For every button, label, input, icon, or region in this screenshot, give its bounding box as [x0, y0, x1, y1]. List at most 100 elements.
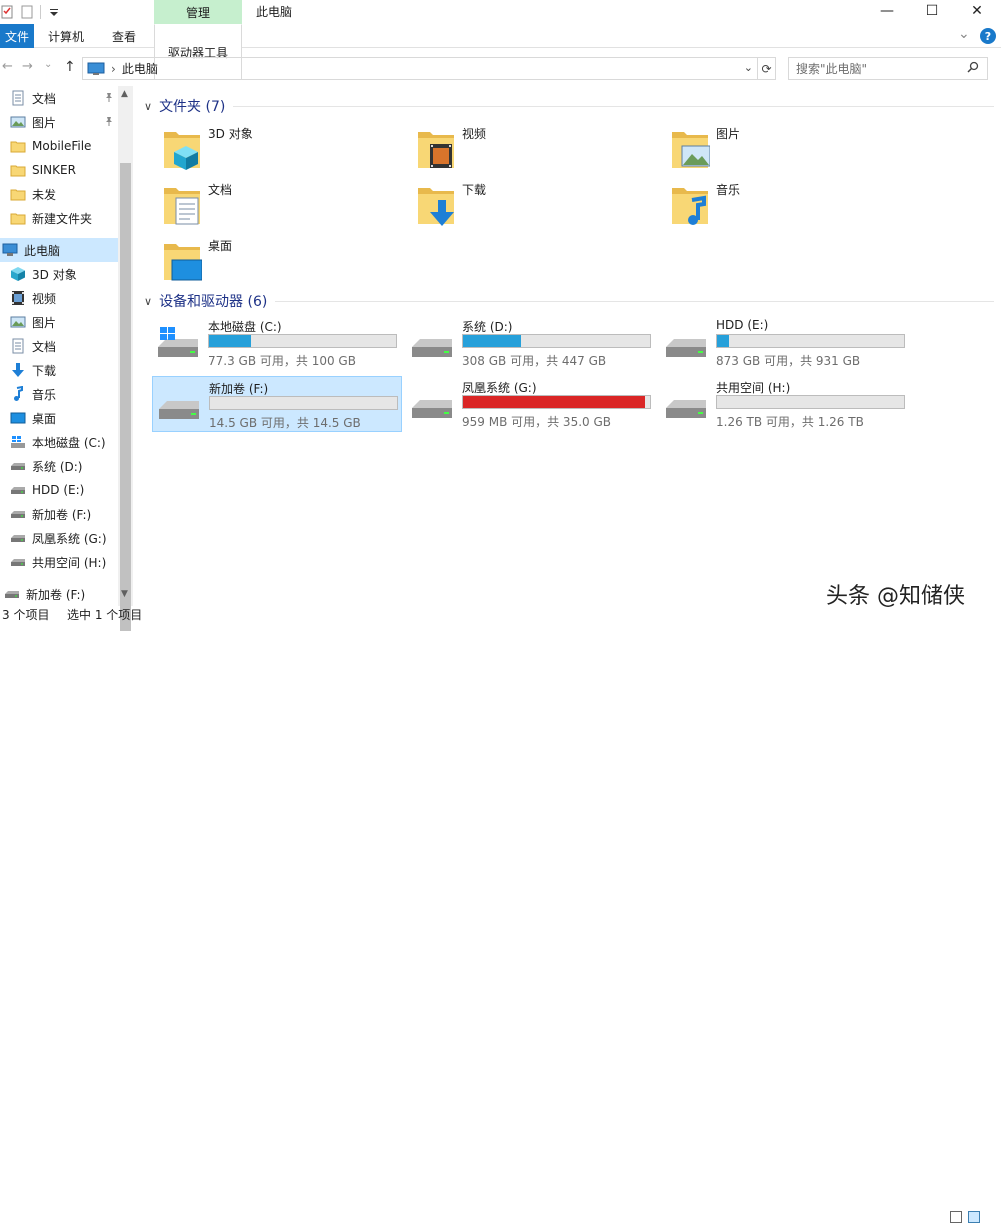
sidebar-item[interactable]: SINKER — [0, 158, 118, 182]
tab-view[interactable]: 查看 — [100, 24, 148, 48]
sidebar-item-label: 共用空间 (H:) — [32, 555, 107, 570]
folder-item[interactable]: 下载 — [416, 178, 656, 228]
address-bar-row: ← → ⌄ ↑ › 此电脑 ⌄ ⟳ 搜索"此电脑" — [0, 52, 1001, 82]
drive-usage-bar — [716, 334, 905, 348]
folder-item[interactable]: 文档 — [162, 178, 402, 228]
document-icon — [10, 90, 26, 106]
sidebar-item-label: 本地磁盘 (C:) — [32, 435, 106, 450]
sidebar-item[interactable]: 新建文件夹 — [0, 206, 118, 230]
close-button[interactable]: ✕ — [954, 0, 1000, 22]
folder-label: 3D 对象 — [208, 127, 253, 141]
sidebar-item[interactable]: 凤凰系统 (G:) — [0, 526, 118, 550]
navigation-pane: 文档 图片 MobileFile SINKER 未发 新建文件夹 此电脑 3D 对象 视频 图片文… — [0, 86, 132, 606]
up-button[interactable]: ↑ — [64, 59, 76, 75]
sidebar-item-label: 新加卷 (F:) — [32, 507, 92, 522]
sidebar-item[interactable]: 本地磁盘 (C:) — [0, 430, 118, 454]
sidebar-item[interactable]: 新加卷 (F:) — [0, 582, 118, 606]
sidebar-item[interactable]: 3D 对象 — [0, 262, 118, 286]
properties-icon[interactable] — [0, 5, 14, 19]
sidebar-item-label: 系统 (D:) — [32, 459, 83, 474]
drive-free-space: 308 GB 可用，共 447 GB — [462, 354, 607, 368]
folder-picture-icon — [670, 124, 711, 168]
sidebar-item-label: MobileFile — [32, 139, 92, 153]
drive-item[interactable]: 共用空间 (H:) 1.26 TB 可用，共 1.26 TB — [660, 376, 910, 432]
folder-document-icon — [162, 180, 202, 225]
drive-item[interactable]: 凤凰系统 (G:) 959 MB 可用，共 35.0 GB — [406, 376, 656, 432]
drive-icon — [10, 530, 26, 546]
folder-label: 文档 — [208, 183, 233, 197]
drive-item[interactable]: 系统 (D:) 308 GB 可用，共 447 GB — [406, 315, 656, 371]
path-segment-this-pc[interactable]: 此电脑 — [122, 60, 158, 77]
folder-item[interactable]: 音乐 — [670, 178, 910, 228]
drive-free-space: 77.3 GB 可用，共 100 GB — [208, 354, 356, 368]
folder-item[interactable]: 视频 — [416, 122, 656, 172]
sidebar-item[interactable]: 音乐 — [0, 382, 118, 406]
windows-drive-icon — [156, 327, 200, 361]
maximize-button[interactable]: ☐ — [909, 0, 955, 22]
document-icon — [10, 338, 26, 354]
sidebar-item[interactable]: 图片 — [0, 110, 118, 134]
minimize-button[interactable]: — — [864, 0, 910, 22]
drive-free-space: 14.5 GB 可用，共 14.5 GB — [209, 416, 361, 430]
tab-file[interactable]: 文件 — [0, 24, 34, 48]
sidebar-item[interactable]: 新加卷 (F:) — [0, 502, 118, 526]
new-folder-icon[interactable] — [20, 5, 34, 19]
sidebar-item[interactable]: 文档 — [0, 86, 118, 110]
folder-item[interactable]: 图片 — [670, 122, 910, 172]
sidebar-item[interactable]: 视频 — [0, 286, 118, 310]
drive-icon — [157, 389, 201, 423]
sidebar-item-label: 新加卷 (F:) — [26, 587, 86, 602]
sidebar-item[interactable]: 下载 — [0, 358, 118, 382]
sidebar-item[interactable]: 文档 — [0, 334, 118, 358]
sidebar-item[interactable]: 未发 — [0, 182, 118, 206]
folder-video-icon — [416, 124, 456, 168]
scroll-thumb[interactable] — [120, 163, 131, 631]
sidebar-item-label: 新建文件夹 — [32, 211, 93, 226]
details-view-icon[interactable] — [950, 1211, 962, 1223]
sidebar-item[interactable]: 桌面 — [0, 406, 118, 430]
sidebar-item[interactable]: HDD (E:) — [0, 478, 118, 502]
manage-context-tab[interactable]: 管理 — [154, 0, 242, 24]
folders-group-header[interactable]: ∨ 文件夹 (7) — [144, 96, 994, 116]
search-input[interactable]: 搜索"此电脑" — [788, 57, 988, 80]
nav-scrollbar[interactable]: ▲ ▼ — [118, 86, 133, 631]
drive-icon — [410, 388, 454, 422]
scroll-up-icon[interactable]: ▲ — [121, 89, 128, 99]
drive-item[interactable]: HDD (E:) 873 GB 可用，共 931 GB — [660, 315, 910, 371]
qat-dropdown-icon[interactable] — [47, 5, 61, 19]
help-icon[interactable]: ? — [980, 28, 996, 44]
drive-item[interactable]: 新加卷 (F:) 14.5 GB 可用，共 14.5 GB — [152, 376, 402, 432]
sidebar-item[interactable]: 系统 (D:) — [0, 454, 118, 478]
scroll-down-icon[interactable]: ▼ — [121, 589, 128, 599]
sidebar-item[interactable]: MobileFile — [0, 134, 118, 158]
search-placeholder: 搜索"此电脑" — [796, 62, 868, 76]
folder-icon — [10, 210, 26, 226]
tab-computer[interactable]: 计算机 — [38, 24, 94, 48]
folder-label: 图片 — [716, 127, 741, 141]
address-dropdown-icon[interactable]: ⌄ — [744, 61, 753, 74]
drive-icon — [4, 586, 20, 602]
search-icon — [967, 61, 979, 76]
folder-item[interactable]: 桌面 — [162, 234, 402, 284]
quick-access-toolbar — [0, 2, 61, 22]
sidebar-item[interactable]: 此电脑 — [0, 238, 118, 262]
view-switcher — [950, 1211, 980, 1223]
recent-locations-button[interactable]: ⌄ — [44, 59, 52, 70]
back-button[interactable]: ← — [2, 59, 13, 74]
folder-icon — [10, 186, 26, 202]
drive-item[interactable]: 本地磁盘 (C:) 77.3 GB 可用，共 100 GB — [152, 315, 402, 371]
drive-usage-bar — [208, 334, 397, 348]
refresh-button[interactable]: ⟳ — [758, 57, 776, 80]
folder-item[interactable]: 3D 对象 — [162, 122, 402, 172]
drive-usage-fill — [209, 335, 252, 347]
drives-group-header[interactable]: ∨ 设备和驱动器 (6) — [144, 291, 994, 311]
drive-icon — [10, 506, 26, 522]
sidebar-item[interactable]: 图片 — [0, 310, 118, 334]
sidebar-item[interactable]: 共用空间 (H:) — [0, 550, 118, 574]
ribbon-collapse-icon[interactable]: ⌄ — [958, 26, 970, 42]
sidebar-item-label: 文档 — [32, 91, 57, 106]
tiles-view-icon[interactable] — [968, 1211, 980, 1223]
drive-icon — [10, 554, 26, 570]
forward-button[interactable]: → — [22, 59, 33, 74]
address-field[interactable]: › 此电脑 ⌄ — [82, 57, 758, 80]
